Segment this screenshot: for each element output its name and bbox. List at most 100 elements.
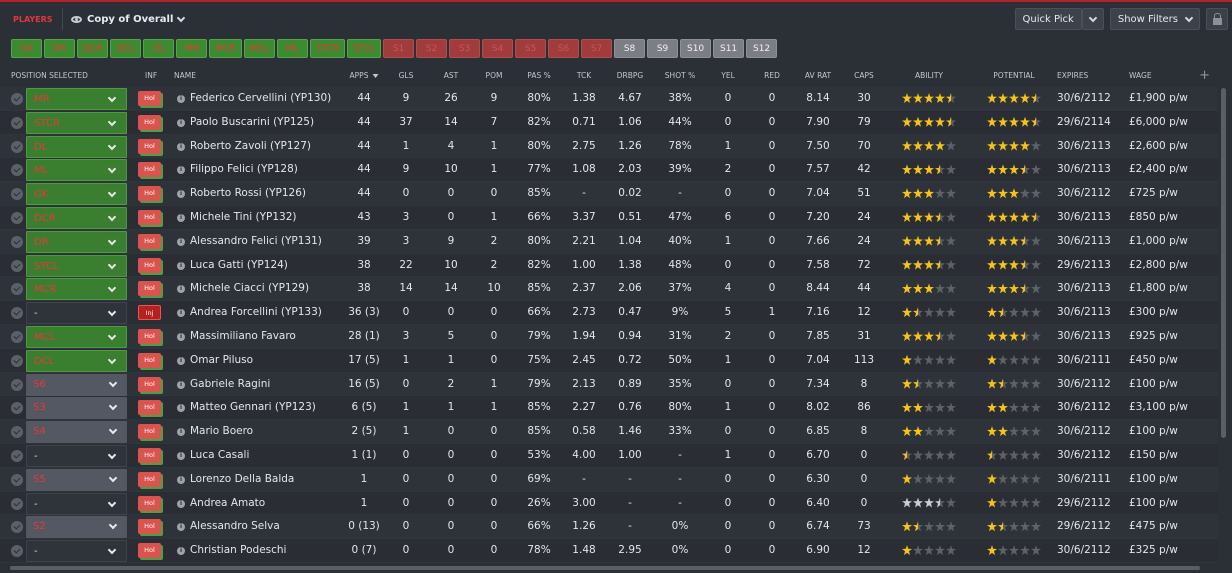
player-name[interactable]: Luca Gatti (YP124) bbox=[190, 254, 288, 277]
col-ast[interactable]: AST bbox=[444, 71, 458, 80]
info-icon[interactable]: i bbox=[177, 523, 185, 532]
position-chip-mr[interactable]: MR bbox=[176, 39, 208, 58]
position-select[interactable]: ML bbox=[26, 159, 127, 182]
player-name[interactable]: Christian Podeschi bbox=[190, 539, 286, 562]
select-check-icon[interactable] bbox=[11, 497, 23, 510]
info-icon[interactable]: i bbox=[177, 356, 185, 365]
position-chip-s12[interactable]: S12 bbox=[746, 39, 778, 58]
position-chip-dr[interactable]: DR bbox=[44, 39, 75, 58]
position-select[interactable]: MR bbox=[26, 88, 127, 110]
info-icon[interactable]: i bbox=[177, 237, 185, 246]
position-select[interactable]: - bbox=[26, 302, 127, 325]
table-row[interactable]: S2 Hol i Alessandro Selva 0 (13) 0 0 0 66% 1.26 - 0… bbox=[0, 515, 1218, 540]
table-row[interactable]: S3 Hol i Matteo Gennari (YP123) 6 (5) 1 1 1 85% 2… bbox=[0, 396, 1218, 421]
col-shot[interactable]: SHOT % bbox=[665, 71, 695, 80]
position-select[interactable]: MCL bbox=[26, 325, 127, 348]
select-check-icon[interactable] bbox=[11, 449, 23, 462]
select-check-icon[interactable] bbox=[11, 116, 23, 129]
lock-button[interactable] bbox=[1206, 8, 1228, 30]
info-icon[interactable]: i bbox=[177, 451, 185, 460]
position-chip-s6[interactable]: S6 bbox=[548, 39, 580, 58]
player-name[interactable]: Roberto Rossi (YP126) bbox=[190, 182, 306, 205]
col-name[interactable]: NAME bbox=[174, 71, 196, 80]
info-icon[interactable]: i bbox=[177, 428, 185, 437]
player-name[interactable]: Roberto Zavoli (YP127) bbox=[190, 135, 311, 158]
player-name[interactable]: Federico Cervellini (YP130) bbox=[190, 87, 331, 110]
col-pas[interactable]: PAS % bbox=[527, 71, 550, 80]
position-select[interactable]: S2 bbox=[26, 516, 127, 539]
table-row[interactable]: S6 Hol i Gabriele Ragini 16 (5) 0 2 1 79% 2.13 0.8… bbox=[0, 372, 1218, 397]
col-drbpg[interactable]: DRBPG bbox=[617, 71, 643, 80]
select-check-icon[interactable] bbox=[11, 93, 23, 105]
add-column-icon[interactable]: + bbox=[1199, 68, 1210, 83]
table-row[interactable]: DR Hol i Alessandro Felici (YP131) 39 3 9 2 80% 2… bbox=[0, 229, 1218, 254]
table-row[interactable]: GK Hol i Roberto Rossi (YP126) 44 0 0 0 85% - 0.02… bbox=[0, 182, 1218, 206]
info-icon[interactable]: i bbox=[177, 309, 185, 318]
table-row[interactable]: DCL Hol i Omar Piluso 17 (5) 1 1 0 75% 2.45 0.72 50… bbox=[0, 348, 1218, 373]
table-row[interactable]: STCL Hol i Luca Gatti (YP124) 38 22 10 2 82% 1.00… bbox=[0, 253, 1218, 278]
player-name[interactable]: Gabriele Ragini bbox=[190, 373, 270, 396]
info-icon[interactable]: i bbox=[177, 166, 185, 175]
info-icon[interactable]: i bbox=[177, 95, 185, 103]
info-icon[interactable]: i bbox=[177, 142, 185, 151]
info-icon[interactable]: i bbox=[177, 285, 185, 294]
position-chip-s11[interactable]: S11 bbox=[713, 39, 745, 58]
position-select[interactable]: DL bbox=[26, 135, 127, 158]
select-check-icon[interactable] bbox=[11, 140, 23, 153]
select-check-icon[interactable] bbox=[11, 235, 23, 248]
position-chip-mcl[interactable]: MCL bbox=[243, 39, 275, 58]
select-check-icon[interactable] bbox=[11, 330, 23, 343]
select-check-icon[interactable] bbox=[11, 211, 23, 224]
player-name[interactable]: Alessandro Selva bbox=[190, 515, 280, 538]
player-name[interactable]: Filippo Felici (YP128) bbox=[190, 158, 298, 181]
position-select[interactable]: STCL bbox=[26, 254, 127, 277]
col-red[interactable]: RED bbox=[764, 71, 780, 80]
quick-pick-dropdown[interactable] bbox=[1081, 8, 1104, 30]
position-chip-s7[interactable]: S7 bbox=[581, 39, 613, 58]
select-check-icon[interactable] bbox=[11, 164, 23, 177]
position-chip-dl[interactable]: DL bbox=[143, 39, 175, 58]
position-chip-mcr[interactable]: MCR bbox=[209, 39, 242, 58]
player-name[interactable]: Luca Casali bbox=[190, 444, 249, 467]
position-chip-s4[interactable]: S4 bbox=[482, 39, 514, 58]
table-row[interactable]: - Hol i Andrea Amato 1 0 0 0 26% 3.00 - - 0 0 6.40 0 29/… bbox=[0, 491, 1218, 516]
info-icon[interactable]: i bbox=[177, 190, 185, 199]
player-name[interactable]: Massimiliano Favaro bbox=[190, 325, 296, 348]
info-icon[interactable]: i bbox=[177, 380, 185, 389]
select-check-icon[interactable] bbox=[11, 473, 23, 486]
position-select[interactable]: - bbox=[26, 444, 127, 467]
col-tck[interactable]: TCK bbox=[577, 71, 591, 80]
position-chip-s5[interactable]: S5 bbox=[515, 39, 547, 58]
table-row[interactable]: MR Hol i Federico Cervellini (YP130) 44 9 26 9 8… bbox=[0, 87, 1218, 111]
select-check-icon[interactable] bbox=[11, 188, 23, 201]
position-chip-s3[interactable]: S3 bbox=[449, 39, 481, 58]
player-name[interactable]: Lorenzo Della Balda bbox=[190, 468, 294, 491]
player-name[interactable]: Matteo Gennari (YP123) bbox=[190, 396, 316, 419]
table-row[interactable]: DL Hol i Roberto Zavoli (YP127) 44 1 4 1 80% 2.75… bbox=[0, 134, 1218, 159]
horizontal-scrollbar[interactable] bbox=[10, 566, 1200, 570]
col-inf[interactable]: INF bbox=[145, 71, 157, 80]
position-select[interactable]: DCL bbox=[26, 349, 127, 372]
position-chip-ml[interactable]: ML bbox=[276, 39, 308, 58]
position-chip-dcl[interactable]: DCL bbox=[110, 39, 142, 58]
col-wage[interactable]: WAGE bbox=[1129, 71, 1152, 80]
table-row[interactable]: S4 Hol i Mario Boero 2 (5) 1 0 0 85% 0.58 1.46 33% 0… bbox=[0, 420, 1218, 444]
table-row[interactable]: ML Hol i Filippo Felici (YP128) 44 9 10 1 77% 1.0… bbox=[0, 158, 1218, 183]
view-selector[interactable]: Copy of Overall bbox=[71, 13, 186, 25]
col-expires[interactable]: EXPIRES bbox=[1057, 71, 1088, 80]
position-select[interactable]: - bbox=[26, 540, 127, 563]
table-row[interactable]: S5 Hol i Lorenzo Della Balda 1 0 0 0 69% - - - 0 0 6.3… bbox=[0, 467, 1218, 492]
table-row[interactable]: MCL Hol i Massimiliano Favaro 28 (1) 3 5 0 79% 1.… bbox=[0, 324, 1218, 349]
vertical-scrollbar[interactable] bbox=[1221, 88, 1226, 438]
position-select[interactable]: DR bbox=[26, 230, 127, 253]
position-chip-s2[interactable]: S2 bbox=[416, 39, 448, 58]
player-name[interactable]: Omar Piluso bbox=[190, 349, 253, 372]
info-icon[interactable]: i bbox=[177, 213, 185, 222]
table-row[interactable]: DCR Hol i Michele Tini (YP132) 43 3 0 1 66% 3.37 0… bbox=[0, 205, 1218, 230]
position-chip-s10[interactable]: S10 bbox=[680, 39, 712, 58]
select-check-icon[interactable] bbox=[11, 402, 23, 415]
position-select[interactable]: STCR bbox=[26, 111, 127, 134]
col-position[interactable]: POSITION SELECTED bbox=[11, 71, 88, 80]
info-icon[interactable]: i bbox=[177, 261, 185, 270]
position-select[interactable]: GK bbox=[26, 183, 127, 206]
